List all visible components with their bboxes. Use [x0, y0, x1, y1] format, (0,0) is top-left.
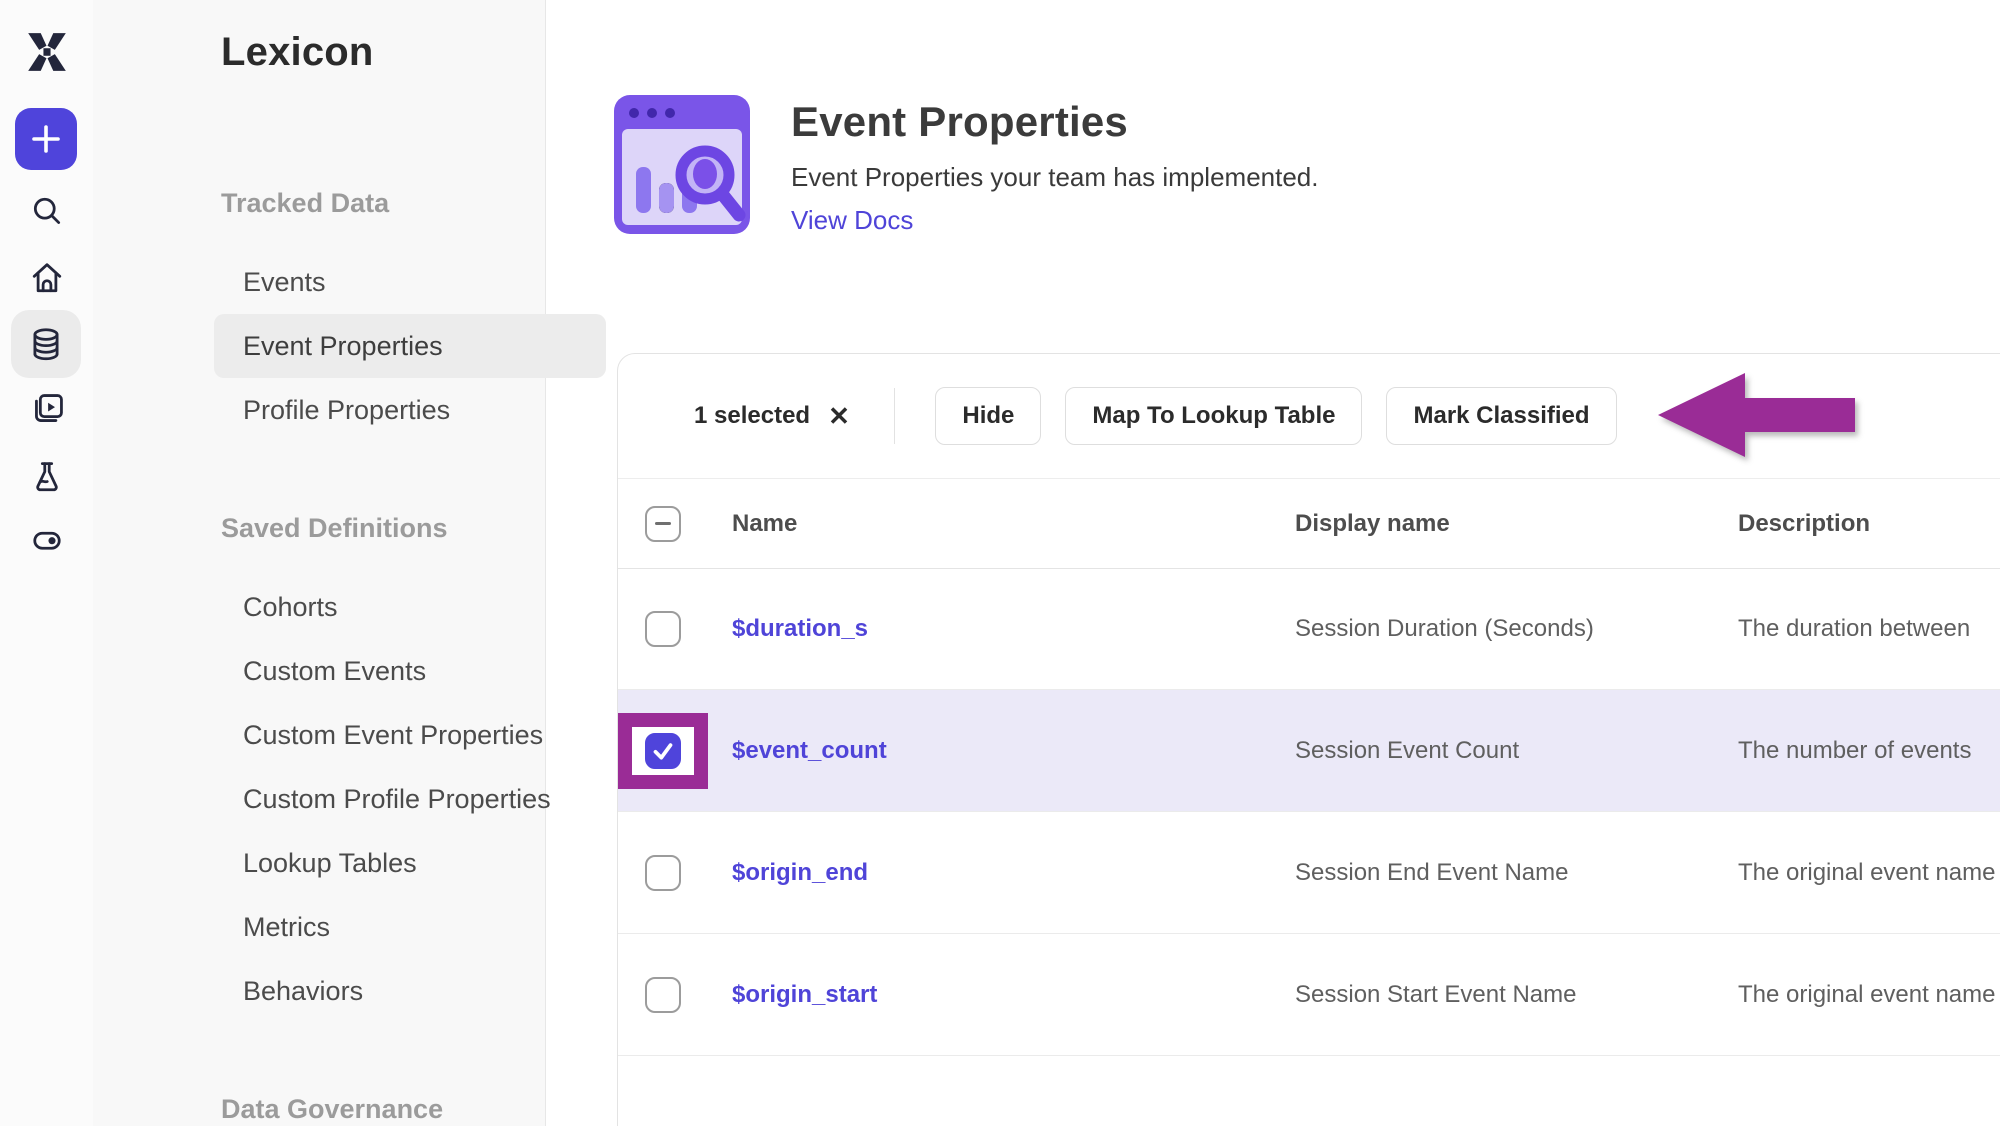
table-body: $duration_s Session Duration (Seconds) T… — [618, 568, 2000, 1056]
sidebar-item-label: Profile Properties — [243, 395, 450, 426]
sidebar-item-events[interactable]: Events — [214, 250, 606, 314]
lexicon-sidebar: Lexicon Tracked Data Events Event Proper… — [93, 0, 546, 1126]
sidebar-item-label: Metrics — [243, 912, 330, 943]
column-header-display-name[interactable]: Display name — [1295, 510, 1450, 538]
data-management-selected-pill — [11, 310, 81, 378]
row-checkbox[interactable] — [645, 855, 681, 891]
sidebar-item-label: Lookup Tables — [243, 848, 417, 879]
display-name-cell: Session Start Event Name — [1295, 981, 1576, 1009]
row-checkbox-zone — [618, 835, 708, 911]
section-items: Cohorts Custom Events Custom Event Prope… — [93, 575, 545, 1023]
property-name-link[interactable]: $duration_s — [732, 615, 868, 643]
sidebar-item-label: Custom Event Properties — [243, 720, 543, 751]
description-cell: The duration between — [1738, 615, 1970, 643]
plus-icon — [15, 108, 77, 170]
checkmark-icon — [648, 736, 678, 766]
table-row[interactable]: $duration_s Session Duration (Seconds) T… — [618, 568, 2000, 690]
hide-button[interactable]: Hide — [935, 387, 1041, 445]
sidebar-item-lookup-tables[interactable]: Lookup Tables — [214, 831, 606, 895]
column-header-name[interactable]: Name — [732, 510, 797, 538]
feature-flags-icon[interactable] — [27, 521, 67, 561]
section-items: Events Event Properties Profile Properti… — [93, 250, 545, 442]
page-subtitle: Event Properties your team has implement… — [791, 162, 1318, 193]
mark-classified-button[interactable]: Mark Classified — [1386, 387, 1616, 445]
home-icon[interactable] — [27, 258, 67, 298]
sidebar-item-label: Custom Profile Properties — [243, 784, 551, 815]
property-name-link[interactable]: $origin_end — [732, 859, 868, 887]
event-properties-illustration-icon — [612, 93, 752, 236]
sidebar-title: Lexicon — [221, 30, 374, 75]
toolbar-divider — [894, 388, 896, 444]
experiments-icon[interactable] — [27, 457, 67, 497]
indeterminate-dash-icon — [655, 522, 671, 525]
display-name-cell: Session End Event Name — [1295, 859, 1568, 887]
sidebar-item-metrics[interactable]: Metrics — [214, 895, 606, 959]
sidebar-item-event-properties[interactable]: Event Properties — [214, 314, 606, 378]
sidebar-section: Tracked Data Events Event Properties Pro… — [93, 188, 545, 442]
table-row[interactable]: $origin_end Session End Event Name The o… — [618, 812, 2000, 934]
lexicon-screen: Lexicon Tracked Data Events Event Proper… — [0, 0, 2000, 1126]
table-row[interactable]: $origin_start Session Start Event Name T… — [618, 934, 2000, 1056]
bulk-actions-toolbar: 1 selected ✕ Hide Map To Lookup Table Ma… — [618, 354, 2000, 479]
sidebar-item-label: Custom Events — [243, 656, 426, 687]
description-cell: The number of events — [1738, 737, 1971, 765]
create-plus-button[interactable] — [15, 108, 77, 170]
event-properties-table-card: 1 selected ✕ Hide Map To Lookup Table Ma… — [617, 353, 2000, 1126]
row-checkbox-zone — [618, 591, 708, 667]
property-name-link[interactable]: $origin_start — [732, 981, 877, 1009]
sidebar-section-label: Data Governance — [221, 1094, 545, 1124]
row-checkbox[interactable] — [645, 611, 681, 647]
row-checkbox-zone — [618, 713, 708, 789]
sidebar-item-profile-properties[interactable]: Profile Properties — [214, 378, 606, 442]
sidebar-item-custom-profile-properties[interactable]: Custom Profile Properties — [214, 767, 606, 831]
sidebar-section-label: Saved Definitions — [221, 513, 545, 543]
clear-selection-icon[interactable]: ✕ — [828, 401, 850, 432]
sidebar-item-custom-event-properties[interactable]: Custom Event Properties — [214, 703, 606, 767]
mixpanel-logo[interactable] — [0, 30, 93, 74]
page-title: Event Properties — [791, 98, 1318, 146]
sidebar-item-label: Cohorts — [243, 592, 338, 623]
sidebar-item-custom-events[interactable]: Custom Events — [214, 639, 606, 703]
sidebar-sections: Tracked Data Events Event Properties Pro… — [93, 188, 545, 1126]
row-checkbox-zone — [618, 957, 708, 1033]
property-name-link[interactable]: $event_count — [732, 737, 887, 765]
table-header-row: Name Display name Description — [618, 479, 2000, 569]
sidebar-item-label: Event Properties — [243, 331, 443, 362]
sidebar-section: Saved Definitions Cohorts Custom Events … — [93, 513, 545, 1023]
search-icon[interactable] — [27, 192, 67, 232]
sidebar-item-behaviors[interactable]: Behaviors — [214, 959, 606, 1023]
row-checkbox[interactable] — [645, 733, 681, 769]
row-checkbox[interactable] — [645, 977, 681, 1013]
sidebar-section-label: Tracked Data — [221, 188, 545, 218]
view-docs-link[interactable]: View Docs — [791, 205, 913, 236]
icon-rail — [0, 0, 94, 1126]
map-to-lookup-table-button[interactable]: Map To Lookup Table — [1065, 387, 1362, 445]
header-checkbox-zone — [618, 486, 708, 562]
sidebar-item-label: Behaviors — [243, 976, 363, 1007]
column-header-description[interactable]: Description — [1738, 510, 1870, 538]
select-all-checkbox[interactable] — [645, 506, 681, 542]
sidebar-section: Data Governance — [93, 1094, 545, 1124]
display-name-cell: Session Duration (Seconds) — [1295, 615, 1594, 643]
sidebar-item-cohorts[interactable]: Cohorts — [214, 575, 606, 639]
boards-icon[interactable] — [27, 390, 67, 430]
data-management-icon[interactable] — [26, 324, 66, 364]
description-cell: The original event name — [1738, 859, 1995, 887]
sidebar-item-label: Events — [243, 267, 326, 298]
display-name-cell: Session Event Count — [1295, 737, 1519, 765]
selected-count-label: 1 selected — [694, 402, 810, 430]
description-cell: The original event name — [1738, 981, 1995, 1009]
table-row[interactable]: $event_count Session Event Count The num… — [618, 690, 2000, 812]
